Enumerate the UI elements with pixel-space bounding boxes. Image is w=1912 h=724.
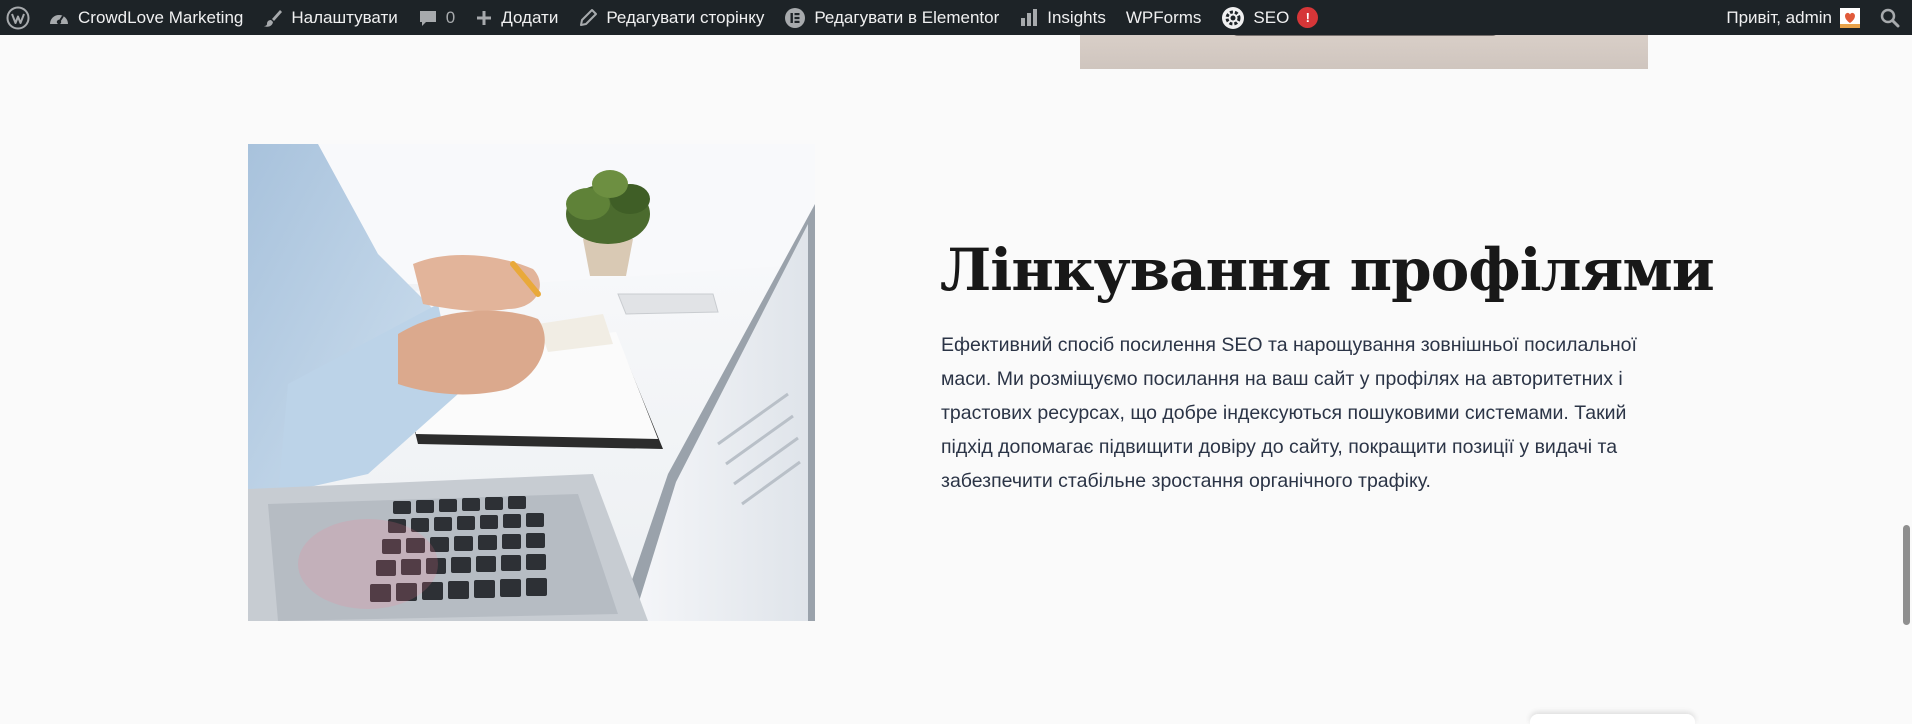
new-content-label: Додати	[501, 7, 559, 27]
wpforms-label: WPForms	[1125, 7, 1202, 27]
seo-button[interactable]: SEO !	[1211, 0, 1328, 35]
comments-button[interactable]: 0	[408, 0, 465, 35]
insights-label: Insights	[1047, 7, 1106, 27]
workspace-photo	[248, 144, 815, 621]
greeting-label: Привіт, admin	[1726, 7, 1832, 27]
my-account-menu[interactable]: Привіт, admin	[1716, 0, 1870, 35]
search-icon	[1880, 8, 1900, 28]
elementor-label: Редагувати в Elementor	[814, 7, 1000, 27]
elementor-edit-button[interactable]: Редагувати в Elementor	[774, 0, 1009, 35]
customize-label: Налаштувати	[291, 7, 398, 27]
seo-gear-icon	[1221, 6, 1245, 30]
wp-logo-button[interactable]	[0, 0, 38, 35]
seo-label: SEO	[1253, 7, 1290, 27]
avatar	[1840, 7, 1860, 28]
plus-icon	[475, 9, 493, 27]
bar-chart-icon	[1019, 8, 1039, 28]
section-paragraph: Ефективний спосіб посилення SEO та нарощ…	[941, 334, 1637, 492]
elementor-icon	[784, 7, 806, 29]
new-content-button[interactable]: Додати	[465, 0, 568, 35]
floating-widget-edge	[1530, 714, 1695, 724]
pencil-icon	[578, 8, 598, 28]
scrollbar-thumb[interactable]	[1903, 525, 1910, 625]
edit-page-label: Редагувати сторінку	[606, 7, 765, 27]
paintbrush-icon	[263, 8, 283, 28]
site-name-label: CrowdLove Marketing	[78, 7, 244, 27]
edit-page-button[interactable]: Редагувати сторінку	[568, 0, 774, 35]
comments-count: 0	[445, 7, 456, 27]
site-name-menu[interactable]: CrowdLove Marketing	[38, 0, 253, 35]
admin-search-button[interactable]	[1870, 0, 1912, 35]
section-title: Лінкування профілями	[940, 236, 1715, 304]
admin-bar: CrowdLove Marketing Налаштувати 0 Додати…	[0, 0, 1912, 35]
customize-button[interactable]: Налаштувати	[253, 0, 407, 35]
dashboard-gauge-icon	[48, 8, 70, 28]
seo-notification-badge: !	[1297, 7, 1319, 28]
comment-bubble-icon	[418, 8, 438, 28]
insights-button[interactable]: Insights	[1009, 0, 1116, 35]
wordpress-icon	[6, 6, 30, 30]
wpforms-button[interactable]: WPForms	[1116, 0, 1212, 35]
